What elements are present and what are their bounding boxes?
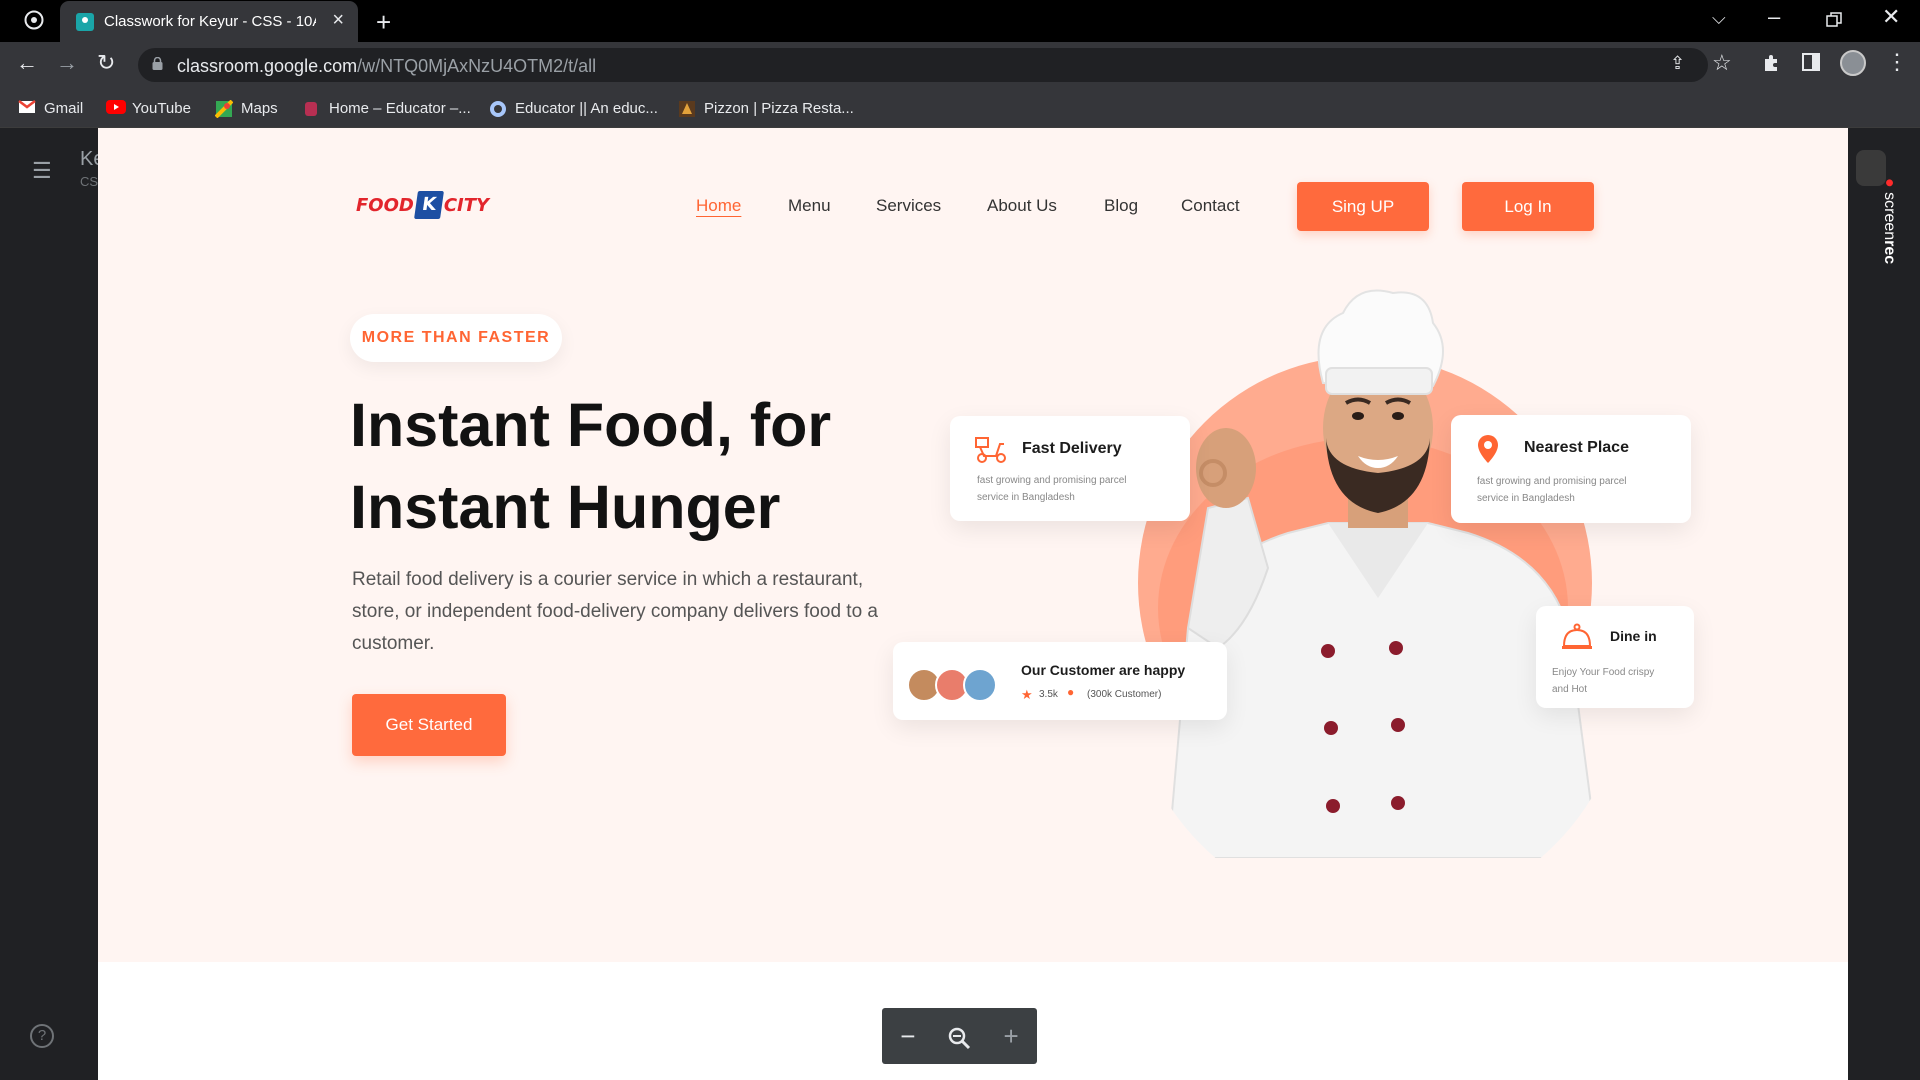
nav-menu[interactable]: Menu [788,196,831,216]
close-tab-icon[interactable]: × [332,9,344,32]
nav-about-us[interactable]: About Us [987,196,1057,216]
chrome-menu-icon[interactable]: ⋮ [1886,51,1908,73]
url-text: classroom.google.com/w/NTQ0MjAxNzU4OTM2/… [177,56,596,77]
bookmark-label: Educator || An educ... [515,99,658,117]
side-panel-icon[interactable] [1802,53,1820,75]
hamburger-menu-icon[interactable]: ☰ [32,158,52,184]
lock-icon [152,57,163,70]
tab-title: Classwork for Keyur - CSS - 10AM [104,13,316,30]
nearest-place-card: Nearest Place fast growing and promising… [1451,415,1691,523]
fast-delivery-text: fast growing and promising parcel servic… [977,475,1127,503]
logo-text-right: CITY [443,194,490,216]
active-tab[interactable]: Classwork for Keyur - CSS - 10AM × [60,1,358,42]
customers-title: Our Customer are happy [1021,662,1186,678]
nearest-place-text: fast growing and promising parcel servic… [1477,476,1627,504]
nav-blog[interactable]: Blog [1104,196,1138,216]
nav-home[interactable]: Home [696,196,741,216]
chef-illustration [1166,289,1600,858]
location-pin-icon [1478,435,1498,463]
dine-in-card: Dine in Enjoy Your Food crispy and Hot [1536,606,1694,708]
new-tab-icon[interactable]: + [376,9,391,35]
extensions-puzzle-icon[interactable] [1762,53,1782,77]
youtube-icon [106,100,126,116]
dine-in-title: Dine in [1610,628,1657,644]
bookmark-maps[interactable]: Maps [214,98,278,119]
customers-count: (300k Customer) [1087,689,1162,700]
help-icon[interactable]: ? [30,1024,54,1048]
globe-icon [489,100,507,117]
browser-tab-strip: Classwork for Keyur - CSS - 10AM × + ⌵ –… [0,0,1920,42]
browser-toolbar: ← → ↻ classroom.google.com/w/NTQ0MjAxNzU… [0,42,1920,88]
bookmark-label: Home – Educator –... [329,99,471,117]
bookmark-label: Pizzon | Pizza Resta... [704,99,854,117]
fast-delivery-card: Fast Delivery fast growing and promising… [950,416,1190,521]
watermark-prefix: screen [1881,192,1898,241]
restore-window-icon[interactable] [1826,10,1842,32]
pizzon-site-icon [678,100,696,117]
food-city-logo[interactable]: FOOD K CITY [356,190,489,220]
bookmark-gmail[interactable]: Gmail [18,98,83,118]
bookmark-educator-home[interactable]: Home – Educator –... [303,98,471,118]
delivery-scooter-icon [975,437,1006,463]
logo-mark: K [413,191,444,219]
logo-text-left: FOOD [356,194,414,216]
maps-icon [214,99,234,119]
nav-contact[interactable]: Contact [1181,196,1240,216]
bookmark-label: YouTube [132,99,191,117]
get-started-button[interactable]: Get Started [352,694,506,756]
file-preview: FOOD K CITY Home Menu Services About Us … [98,128,1848,1080]
dine-in-cloche-icon [1562,623,1592,649]
forward-arrow-icon[interactable]: → [56,52,78,74]
signup-button[interactable]: Sing UP [1297,182,1429,231]
fast-delivery-title: Fast Delivery [1022,440,1122,457]
bookmark-youtube[interactable]: YouTube [106,98,191,118]
customer-avatar-3 [963,668,997,702]
educator-site-icon [303,100,321,116]
minimize-window-icon[interactable]: – [1768,6,1780,28]
nav-services[interactable]: Services [876,196,941,216]
back-arrow-icon[interactable]: ← [16,52,38,74]
bookmark-label: Maps [241,99,278,117]
happy-customers-card: Our Customer are happy ★ 3.5k ● (300k Cu… [893,642,1227,720]
chrome-profile-icon[interactable] [24,10,44,34]
hero-section: FOOD K CITY Home Menu Services About Us … [98,128,1848,962]
customers-rating: 3.5k [1039,689,1058,700]
nearest-place-title: Nearest Place [1524,439,1629,456]
profile-avatar[interactable] [1840,50,1866,76]
zoom-out-button[interactable]: − [888,1008,928,1064]
class-subtitle-initials: CS [80,174,99,189]
screenrec-watermark: ● screenrec [1880,178,1898,264]
classroom-favicon-icon [76,13,94,31]
star-icon: ★ [1021,687,1033,702]
tab-search-chevron-icon[interactable]: ⌵ [1712,9,1726,27]
zoom-magnifier-icon[interactable] [939,1008,979,1064]
tagline-pill: MORE THAN FASTER [350,314,562,362]
watermark-suffix: rec [1881,240,1898,265]
zoom-in-button[interactable]: + [991,1008,1031,1064]
reload-icon[interactable]: ↻ [97,52,115,74]
hero-description: Retail food delivery is a courier servic… [352,569,878,654]
url-path: /w/NTQ0MjAxNzU4OTM2/t/all [357,56,597,76]
bookmark-star-icon[interactable]: ☆ [1712,52,1732,74]
share-icon[interactable]: ⇪ [1670,54,1685,72]
preview-zoom-toolbar: − + [882,1008,1037,1064]
dot-separator-icon: ● [1067,685,1075,699]
url-host: classroom.google.com [177,56,358,76]
hero-headline: Instant Food, for Instant Hunger [350,391,832,541]
recording-dot-icon: ● [1881,178,1898,193]
gmail-icon [18,100,36,116]
bookmark-label: Gmail [44,99,84,117]
bookmark-pizzon[interactable]: Pizzon | Pizza Resta... [678,98,854,118]
dine-in-text: Enjoy Your Food crispy and Hot [1552,667,1655,695]
close-window-icon[interactable]: ✕ [1882,6,1900,28]
login-button[interactable]: Log In [1462,182,1594,231]
bookmarks-bar: Gmail YouTube Maps Home – Educator –... … [0,88,1920,128]
bookmark-educator-educ[interactable]: Educator || An educ... [489,98,658,118]
address-bar[interactable]: classroom.google.com/w/NTQ0MjAxNzU4OTM2/… [138,48,1708,82]
